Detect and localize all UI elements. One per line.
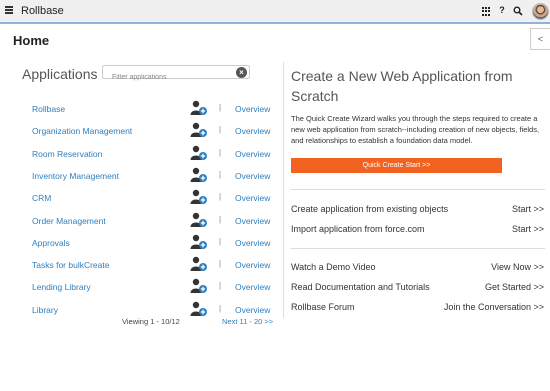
application-row: Rollbase | Overview xyxy=(0,100,280,122)
quick-create-start-button[interactable]: Quick Create Start >> xyxy=(291,158,502,173)
add-user-icon[interactable] xyxy=(190,189,208,205)
add-user-icon[interactable] xyxy=(190,100,208,116)
application-name-link[interactable]: Room Reservation xyxy=(32,149,102,159)
demo-video-link[interactable]: View Now >> xyxy=(491,262,544,272)
application-name-link[interactable]: Tasks for bulkCreate xyxy=(32,260,109,270)
page-title: Home xyxy=(13,33,50,48)
wizard-title: Create a New Web Application from Scratc… xyxy=(291,68,513,104)
overview-link[interactable]: Overview xyxy=(235,260,270,270)
application-row: Room Reservation | Overview xyxy=(0,145,280,167)
overview-link[interactable]: Overview xyxy=(235,104,270,114)
application-name-link[interactable]: Library xyxy=(32,305,58,315)
add-user-icon[interactable] xyxy=(190,234,208,250)
add-user-icon[interactable] xyxy=(190,122,208,138)
application-name-link[interactable]: Rollbase xyxy=(32,104,65,114)
application-name-link[interactable]: Inventory Management xyxy=(32,171,119,181)
collapse-panel-button[interactable]: < xyxy=(530,28,550,50)
help-icon[interactable]: ? xyxy=(497,5,507,17)
divider xyxy=(291,189,545,190)
import-from-force-link[interactable]: Start >> xyxy=(512,224,544,234)
overview-link[interactable]: Overview xyxy=(235,126,270,136)
add-user-icon[interactable] xyxy=(190,256,208,272)
application-name-link[interactable]: Approvals xyxy=(32,238,70,248)
application-name-link[interactable]: CRM xyxy=(32,193,51,203)
application-row: Approvals | Overview xyxy=(0,234,280,256)
add-user-icon[interactable] xyxy=(190,145,208,161)
add-user-icon[interactable] xyxy=(190,278,208,294)
import-from-force-label: Import application from force.com xyxy=(291,224,425,234)
row-separator: | xyxy=(219,281,222,291)
row-separator: | xyxy=(219,259,222,269)
avatar[interactable] xyxy=(532,3,549,20)
row-separator: | xyxy=(219,192,222,202)
row-separator: | xyxy=(219,125,222,135)
pagination-status: Viewing 1 - 10/12 xyxy=(122,317,180,326)
application-name-link[interactable]: Organization Management xyxy=(32,126,132,136)
application-row: Lending Library | Overview xyxy=(0,278,280,300)
forum-label: Rollbase Forum xyxy=(291,302,355,312)
add-user-icon[interactable] xyxy=(190,301,208,317)
application-row: CRM | Overview xyxy=(0,189,280,211)
application-row: Inventory Management | Overview xyxy=(0,167,280,189)
application-row: Organization Management | Overview xyxy=(0,122,280,144)
hamburger-menu-icon[interactable] xyxy=(5,6,13,14)
overview-link[interactable]: Overview xyxy=(235,238,270,248)
app-grid-icon[interactable] xyxy=(482,7,491,16)
divider xyxy=(291,248,545,249)
application-row: Order Management | Overview xyxy=(0,212,280,234)
row-separator: | xyxy=(219,303,222,313)
overview-link[interactable]: Overview xyxy=(235,149,270,159)
create-from-existing-label: Create application from existing objects xyxy=(291,204,449,214)
create-from-existing-link[interactable]: Start >> xyxy=(512,204,544,214)
overview-link[interactable]: Overview xyxy=(235,305,270,315)
forum-link[interactable]: Join the Conversation >> xyxy=(444,302,544,312)
row-separator: | xyxy=(219,169,222,179)
row-separator: | xyxy=(219,103,222,112)
overview-link[interactable]: Overview xyxy=(235,282,270,292)
overview-link[interactable]: Overview xyxy=(235,171,270,181)
application-name-link[interactable]: Lending Library xyxy=(32,282,91,292)
top-bar: Rollbase ? xyxy=(0,0,550,24)
row-separator: | xyxy=(219,147,222,157)
row-separator: | xyxy=(219,236,222,246)
row-separator: | xyxy=(219,214,222,224)
add-user-icon[interactable] xyxy=(190,212,208,228)
clear-filter-icon[interactable]: × xyxy=(236,67,247,78)
add-user-icon[interactable] xyxy=(190,167,208,183)
overview-link[interactable]: Overview xyxy=(235,216,270,226)
documentation-link[interactable]: Get Started >> xyxy=(485,282,544,292)
column-divider xyxy=(283,62,284,318)
brand-title[interactable]: Rollbase xyxy=(21,5,64,17)
overview-link[interactable]: Overview xyxy=(235,193,270,203)
application-name-link[interactable]: Order Management xyxy=(32,216,106,226)
search-icon[interactable] xyxy=(513,6,523,16)
filter-applications-field[interactable]: × xyxy=(102,65,250,84)
documentation-label: Read Documentation and Tutorials xyxy=(291,282,430,292)
demo-video-label: Watch a Demo Video xyxy=(291,262,376,272)
filter-applications-input[interactable] xyxy=(112,71,232,84)
applications-heading: Applications xyxy=(22,66,98,82)
wizard-description: The Quick Create Wizard walks you throug… xyxy=(291,114,540,145)
application-row: Tasks for bulkCreate | Overview xyxy=(0,256,280,278)
next-page-link[interactable]: Next 11 - 20 >> xyxy=(222,317,273,326)
